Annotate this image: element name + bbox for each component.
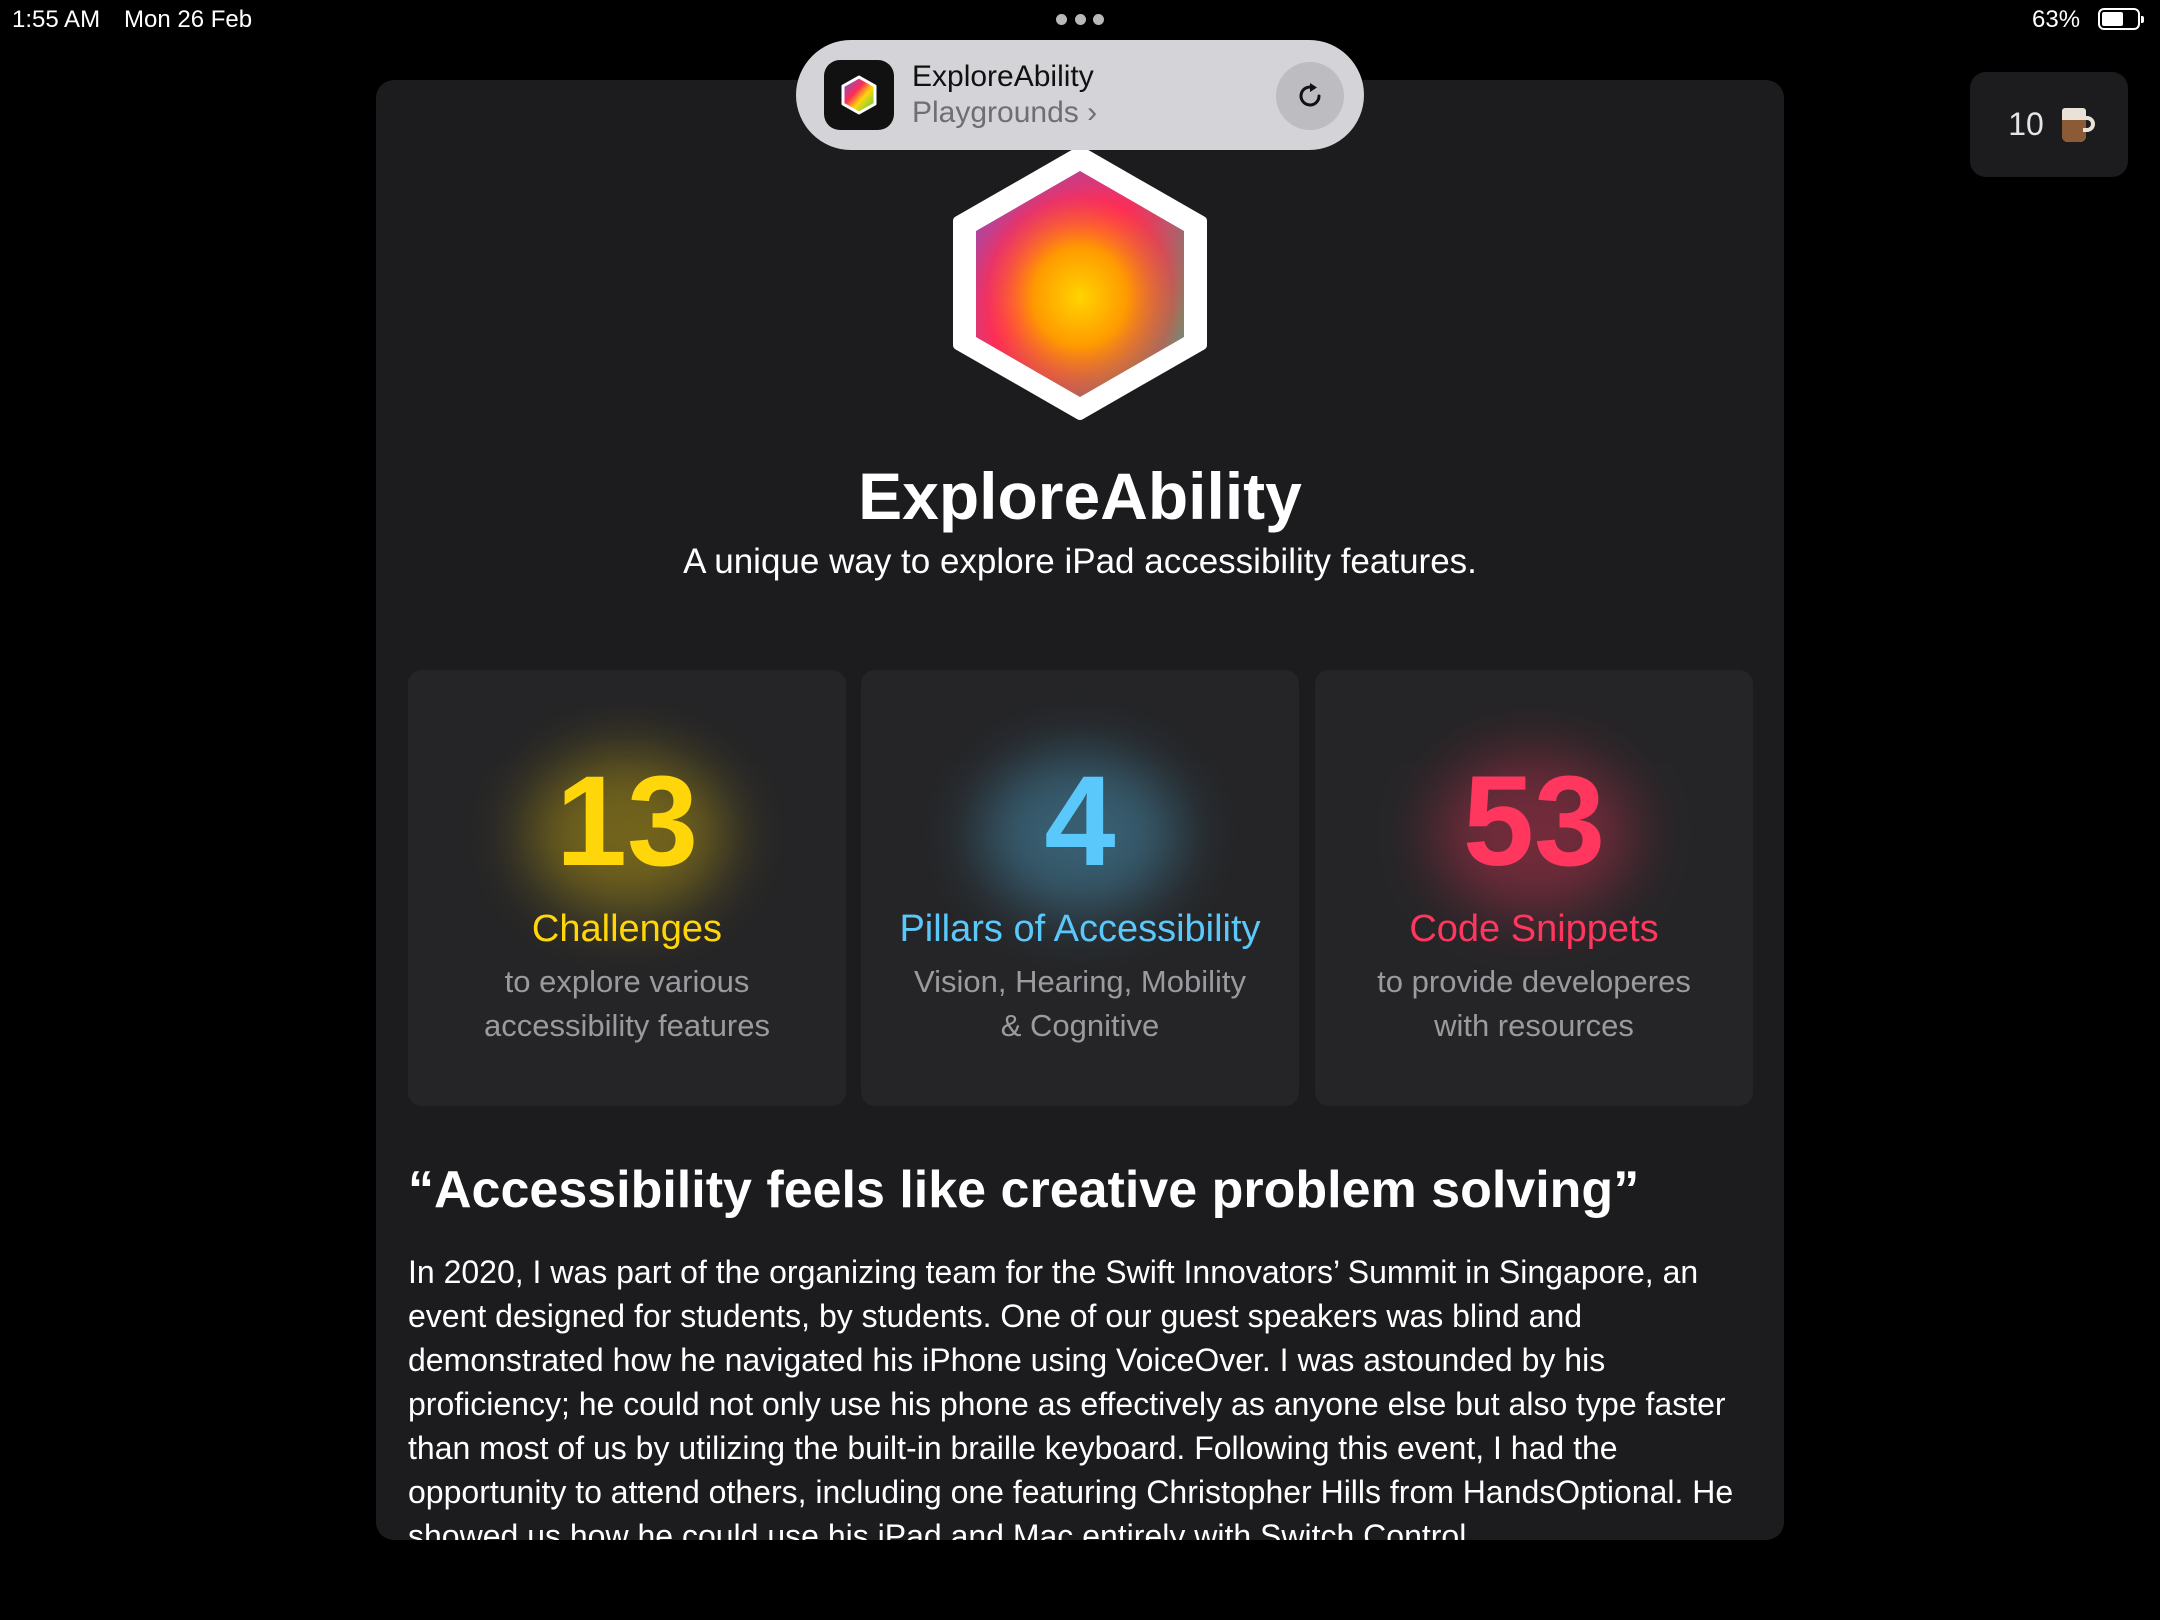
app-tagline: A unique way to explore iPad accessibili… [683,542,1477,581]
stat-card-pillars: 4 Pillars of Accessibility Vision, Heari… [861,670,1299,1106]
app-banner[interactable]: ExploreAbility Playgrounds › [796,40,1364,150]
stat-card-challenges: 13 Challenges to explore various accessi… [408,670,846,1106]
stat-number: 13 [555,750,699,893]
status-time: 1:55 AM [12,6,101,33]
battery-percentage: 63% [2032,6,2081,33]
app-window: ExploreAbility A unique way to explore i… [376,80,1784,1540]
ipad-screen: 1:55 AM Mon 26 Feb 63% 10 ExploreAbility… [0,0,2160,1620]
status-date: Mon 26 Feb [124,6,253,33]
stat-description: Vision, Hearing, Mobility & Cognitive [914,964,1246,1043]
stat-number: 53 [1462,750,1606,893]
stat-label: Challenges [531,908,723,950]
reload-button[interactable] [1276,62,1344,130]
hexagon-icon [841,75,877,115]
stat-label: Pillars of Accessibility [899,908,1261,950]
coffee-count: 10 [2008,106,2044,142]
banner-subtitle-text: Playgrounds [912,96,1079,129]
quote-heading: “Accessibility feels like creative probl… [408,1161,1640,1219]
coffee-mug-icon [2061,107,2095,142]
app-logo-hexagon-icon [953,146,1207,420]
battery-icon [2098,8,2144,30]
coffee-counter-widget[interactable]: 10 [1970,72,2128,177]
stat-label: Code Snippets [1409,908,1659,950]
banner-title: ExploreAbility [912,60,1094,93]
story-paragraph: In 2020, I was part of the organizing te… [408,1254,1734,1540]
app-title: ExploreAbility [858,459,1302,533]
stat-card-code-snippets: 53 Code Snippets to provide developeres … [1315,670,1753,1106]
banner-subtitle-link[interactable]: Playgrounds › [912,95,1097,131]
reload-icon [1299,83,1321,107]
multitasking-menu-icon[interactable] [1056,14,1104,26]
stat-description: to explore various accessibility feature… [483,964,770,1043]
stat-description: to provide developeres with resources [1377,964,1691,1043]
app-banner-icon [824,60,894,130]
chevron-right-icon: › [1087,96,1098,129]
stat-number: 4 [1044,750,1116,893]
